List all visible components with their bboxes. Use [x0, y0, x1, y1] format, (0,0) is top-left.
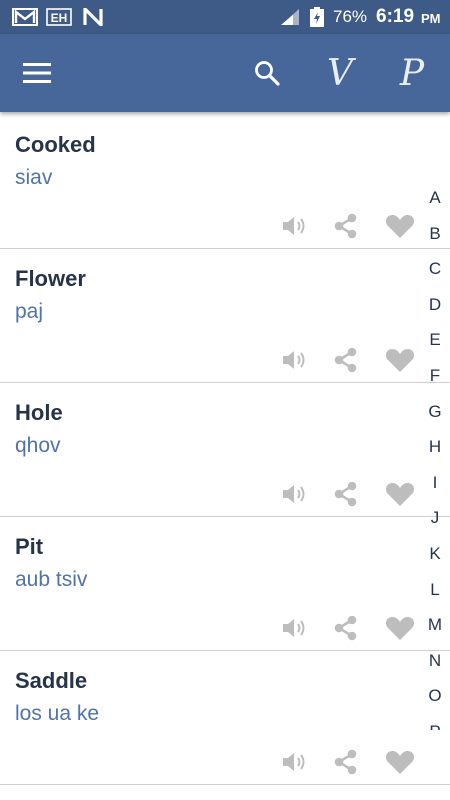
word-label: Pit [15, 534, 44, 559]
favorite-button[interactable] [383, 211, 417, 241]
favorite-button[interactable] [383, 479, 417, 509]
speaker-icon [283, 619, 305, 637]
alphabet-letter-f[interactable]: F [420, 363, 450, 399]
heart-icon [385, 751, 415, 774]
alphabet-letter-j[interactable]: J [420, 505, 450, 541]
speak-button[interactable] [278, 613, 312, 643]
word-label: Saddle [15, 668, 88, 693]
heart-icon [385, 215, 415, 238]
word-label: Hole [15, 400, 63, 425]
list-item[interactable]: Flower paj [0, 249, 450, 383]
alphabet-letter-i[interactable]: I [420, 470, 450, 506]
share-button[interactable] [329, 479, 363, 509]
speak-button[interactable] [278, 211, 312, 241]
speaker-icon [283, 217, 305, 235]
heart-icon [385, 617, 415, 640]
translation-label: paj [15, 300, 44, 323]
word-label: Cooked [15, 132, 96, 157]
word-list: Cooked siav Flower paj Hole qhov Pit aub… [0, 115, 450, 785]
share-button[interactable] [329, 345, 363, 375]
share-button[interactable] [329, 211, 363, 241]
alphabet-letter-n[interactable]: N [420, 648, 450, 684]
v-button[interactable]: V [314, 34, 366, 112]
speak-button[interactable] [278, 747, 312, 777]
alphabet-letter-d[interactable]: D [420, 292, 450, 328]
alphabet-letter-h[interactable]: H [420, 434, 450, 470]
share-button[interactable] [329, 613, 363, 643]
heart-icon [385, 349, 415, 372]
hamburger-menu-icon [23, 63, 51, 83]
battery-percentage: 76% [333, 7, 368, 26]
search-icon [255, 61, 280, 86]
speaker-icon [283, 753, 305, 771]
favorite-button[interactable] [383, 345, 417, 375]
alphabet-index[interactable]: A B C D E F G H I J K L M N O P [420, 185, 450, 730]
clock-time: 6:19 [376, 6, 415, 27]
alphabet-letter-m[interactable]: M [420, 612, 450, 648]
alphabet-letter-a[interactable]: A [420, 185, 450, 221]
list-item[interactable]: Hole qhov [0, 383, 450, 517]
favorite-button[interactable] [383, 613, 417, 643]
list-item[interactable]: Cooked siav [0, 115, 450, 249]
word-label: Flower [15, 266, 86, 291]
status-bar: EH 76% 6:19 PM [0, 0, 450, 34]
favorite-button[interactable] [383, 747, 417, 777]
translation-label: qhov [15, 434, 61, 457]
alphabet-letter-o[interactable]: O [420, 683, 450, 719]
gmail-icon [12, 8, 38, 26]
share-icon [334, 615, 357, 641]
eh-app-label: EH [51, 11, 68, 25]
share-button[interactable] [329, 747, 363, 777]
share-icon [334, 749, 357, 775]
clock-ampm: PM [421, 11, 441, 26]
alphabet-letter-k[interactable]: K [420, 541, 450, 577]
speaker-icon [283, 485, 305, 503]
p-button[interactable]: P [386, 34, 438, 112]
battery-charging-icon [310, 7, 324, 27]
search-button[interactable] [242, 34, 292, 112]
alphabet-letter-e[interactable]: E [420, 327, 450, 363]
list-item[interactable]: Pit aub tsiv [0, 517, 450, 651]
alphabet-letter-l[interactable]: L [420, 577, 450, 613]
alphabet-letter-c[interactable]: C [420, 256, 450, 292]
eh-app-icon: EH [46, 8, 72, 26]
signal-icon [281, 9, 299, 25]
speak-button[interactable] [278, 345, 312, 375]
list-item[interactable]: Saddle los ua ke [0, 651, 450, 785]
translation-label: siav [15, 166, 53, 189]
speaker-icon [283, 351, 305, 369]
share-icon [334, 347, 357, 373]
alphabet-letter-p[interactable]: P [420, 719, 450, 730]
alphabet-letter-b[interactable]: B [420, 221, 450, 257]
heart-icon [385, 483, 415, 506]
share-icon [334, 213, 357, 239]
n-app-icon [83, 8, 103, 26]
translation-label: aub tsiv [15, 568, 88, 591]
alphabet-letter-g[interactable]: G [420, 399, 450, 435]
menu-button[interactable] [10, 34, 64, 112]
translation-label: los ua ke [15, 702, 100, 725]
share-icon [334, 481, 357, 507]
speak-button[interactable] [278, 479, 312, 509]
app-bar: V P [0, 34, 450, 112]
